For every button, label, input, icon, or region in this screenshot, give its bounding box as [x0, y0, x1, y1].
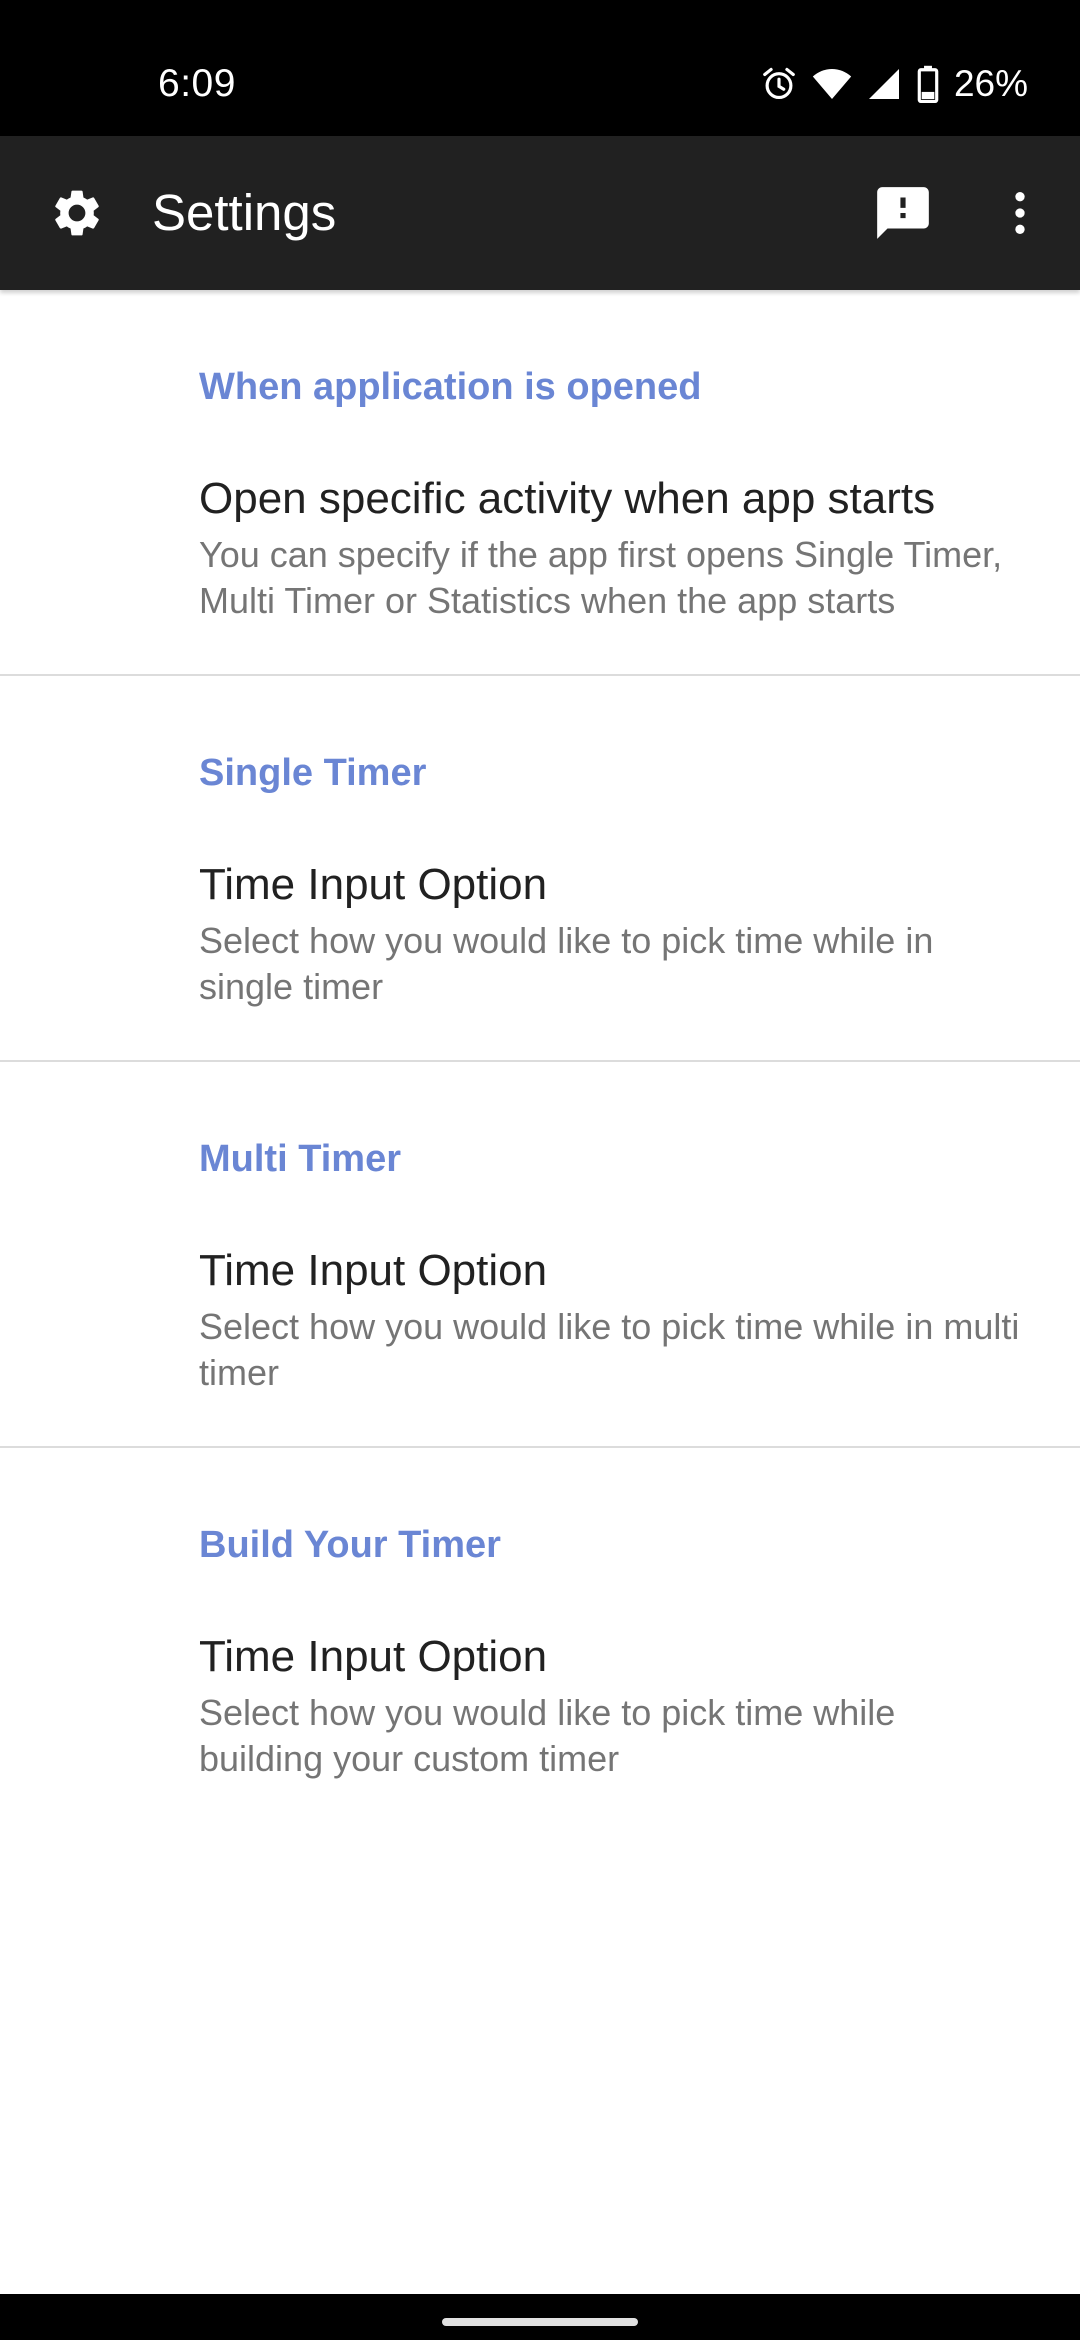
- feedback-icon[interactable]: [868, 136, 938, 290]
- pref-title: Time Input Option: [199, 860, 548, 909]
- pref-build-timer-input[interactable]: Time Input Option Select how you would l…: [0, 1572, 1080, 1832]
- pref-title: Time Input Option: [199, 1246, 548, 1295]
- status-time: 6:09: [158, 62, 236, 105]
- section-header: When application is opened: [199, 366, 702, 408]
- pref-title: Open specific activity when app starts: [199, 474, 936, 523]
- gear-icon: [46, 136, 108, 290]
- alarm-icon: [760, 65, 798, 103]
- app-toolbar: Settings: [0, 136, 1080, 290]
- pref-multi-timer-input[interactable]: Time Input Option Select how you would l…: [0, 1186, 1080, 1446]
- pref-title: Time Input Option: [199, 1632, 548, 1681]
- section-header: Build Your Timer: [199, 1524, 501, 1566]
- wifi-icon: [812, 66, 852, 102]
- section-build-timer: Build Your Timer Time Input Option Selec…: [0, 1448, 1080, 1832]
- section-header: Multi Timer: [199, 1138, 401, 1180]
- section-multi-timer: Multi Timer Time Input Option Select how…: [0, 1062, 1080, 1448]
- battery-percent: 26%: [953, 63, 1028, 104]
- home-gesture-handle[interactable]: [442, 2318, 638, 2326]
- pref-summary: You can specify if the app first opens S…: [199, 534, 1003, 621]
- pref-summary: Select how you would like to pick time w…: [199, 1306, 1020, 1393]
- section-header: Single Timer: [199, 752, 427, 794]
- status-bar: 6:09 26%: [0, 0, 1080, 136]
- more-vert-icon[interactable]: [990, 136, 1050, 290]
- pref-single-timer-input[interactable]: Time Input Option Select how you would l…: [0, 800, 1080, 1060]
- pref-summary: Select how you would like to pick time w…: [199, 920, 934, 1007]
- pref-open-activity[interactable]: Open specific activity when app starts Y…: [0, 414, 1080, 674]
- status-icons: 26%: [760, 56, 1028, 112]
- signal-icon: [866, 66, 902, 102]
- settings-list: When application is opened Open specific…: [0, 290, 1080, 1832]
- navigation-bar: [0, 2294, 1080, 2340]
- toolbar-title: Settings: [152, 184, 337, 241]
- section-app-opened: When application is opened Open specific…: [0, 290, 1080, 676]
- battery-icon: [916, 65, 940, 103]
- pref-summary: Select how you would like to pick time w…: [199, 1692, 896, 1779]
- section-single-timer: Single Timer Time Input Option Select ho…: [0, 676, 1080, 1062]
